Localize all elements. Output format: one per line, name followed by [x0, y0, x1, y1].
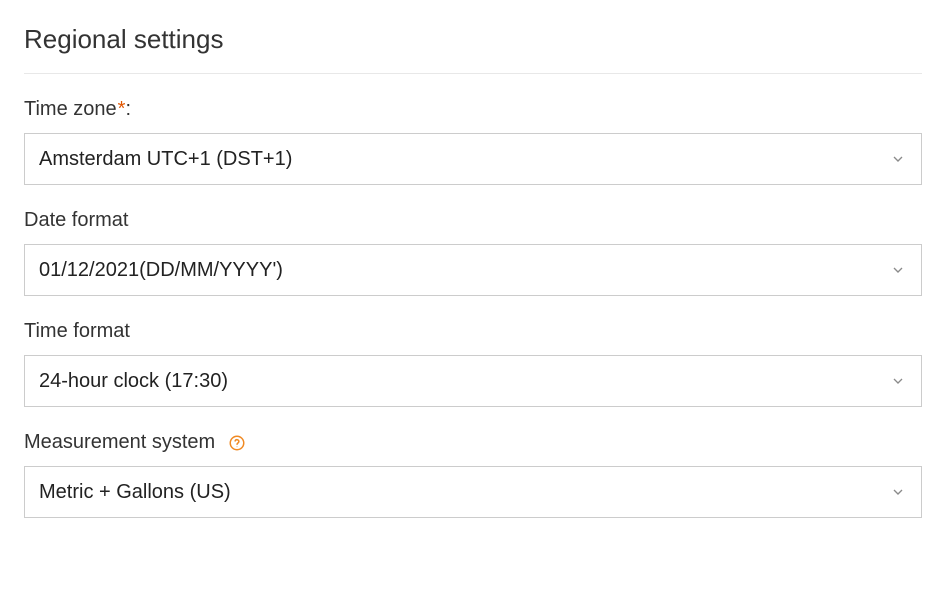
- help-icon[interactable]: [227, 433, 247, 453]
- measurement-select[interactable]: Metric + Gallons (US): [24, 466, 922, 518]
- page-heading: Regional settings: [24, 24, 922, 55]
- timeformat-label-row: Time format: [24, 320, 922, 343]
- measurement-label: Measurement system: [24, 431, 215, 454]
- chevron-down-icon: [889, 372, 907, 390]
- divider: [24, 73, 922, 74]
- measurement-select-value: Metric + Gallons (US): [39, 481, 231, 504]
- chevron-down-icon: [889, 150, 907, 168]
- timezone-label: Time zone*:: [24, 98, 131, 121]
- chevron-down-icon: [889, 261, 907, 279]
- timezone-colon: :: [125, 98, 131, 120]
- timeformat-select-value: 24-hour clock (17:30): [39, 370, 228, 393]
- timeformat-select[interactable]: 24-hour clock (17:30): [24, 355, 922, 407]
- field-timeformat: Time format 24-hour clock (17:30): [24, 320, 922, 407]
- field-timezone: Time zone*: Amsterdam UTC+1 (DST+1): [24, 98, 922, 185]
- chevron-down-icon: [889, 483, 907, 501]
- dateformat-select[interactable]: 01/12/2021(DD/MM/YYYY'): [24, 244, 922, 296]
- dateformat-select-value: 01/12/2021(DD/MM/YYYY'): [39, 259, 283, 282]
- timezone-label-text: Time zone: [24, 98, 117, 120]
- timezone-label-row: Time zone*:: [24, 98, 922, 121]
- field-dateformat: Date format 01/12/2021(DD/MM/YYYY'): [24, 209, 922, 296]
- timezone-select[interactable]: Amsterdam UTC+1 (DST+1): [24, 133, 922, 185]
- timeformat-label: Time format: [24, 320, 130, 343]
- dateformat-label-row: Date format: [24, 209, 922, 232]
- measurement-label-row: Measurement system: [24, 431, 922, 454]
- timezone-select-value: Amsterdam UTC+1 (DST+1): [39, 148, 292, 171]
- dateformat-label: Date format: [24, 209, 128, 232]
- field-measurement: Measurement system Metric + Gallons (US): [24, 431, 922, 518]
